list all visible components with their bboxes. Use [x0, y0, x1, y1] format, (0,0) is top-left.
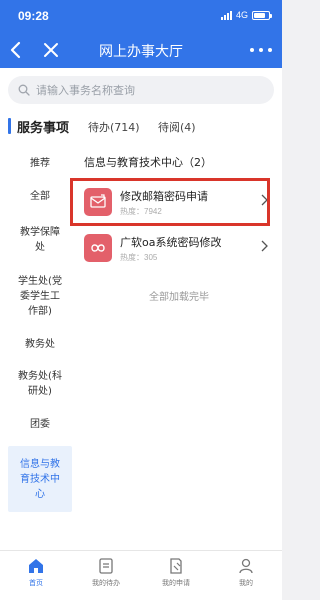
tab-services[interactable]: 服务事项	[8, 117, 69, 136]
tabbar-label: 我的申请	[162, 579, 190, 587]
battery-icon	[252, 10, 272, 20]
sidebar-item-academic-affairs[interactable]: 教务处	[8, 332, 72, 356]
tab-bar: 服务事项 待办(714) 待阅(4)	[0, 112, 282, 142]
sidebar-item-label: 推荐	[30, 157, 50, 169]
nav-bar: 网上办事大厅	[0, 32, 282, 68]
highlight-box	[70, 178, 270, 226]
sidebar-item-youth-league[interactable]: 团委	[8, 412, 72, 436]
status-indicators: 4G	[220, 10, 272, 20]
search-area	[0, 68, 282, 112]
sidebar-item-label: 教务处(科 研处)	[18, 371, 62, 397]
tabbar-item-my-todo[interactable]: 我的待办	[76, 557, 136, 588]
service-heat: 热度：305	[120, 253, 158, 262]
tabbar-label: 我的待办	[92, 579, 120, 587]
status-bar: 09:28 4G	[0, 0, 282, 32]
tab-to-read[interactable]: 待阅(4)	[158, 119, 196, 135]
profile-icon	[239, 558, 253, 574]
sidebar-item-student-affairs[interactable]: 学生处(党 委学生工 作部)	[8, 270, 72, 322]
main-content: 服务事项 待办(714) 待阅(4) 推荐 全部 教学保障 处 学生处(党 委学…	[0, 112, 282, 550]
tabbar-label: 首页	[29, 579, 43, 587]
service-name: 广软oa系统密码修改	[120, 236, 222, 249]
search-icon	[18, 84, 30, 96]
sidebar-item-label: 学生处(党 委学生工 作部)	[18, 275, 62, 317]
tabbar-item-profile[interactable]: 我的	[216, 557, 276, 588]
tabbar-item-home[interactable]: 首页	[6, 557, 66, 588]
sidebar-item-all[interactable]: 全部	[8, 184, 72, 208]
more-dot-icon	[268, 48, 272, 52]
application-icon	[170, 558, 182, 574]
tab-todo[interactable]: 待办(714)	[88, 119, 140, 135]
sidebar-item-teaching-support[interactable]: 教学保障 处	[8, 222, 72, 258]
more-dot-icon	[250, 48, 254, 52]
all-loaded-text: 全部加载完毕	[149, 292, 209, 303]
group-title: 信息与教育技术中心（2）	[84, 156, 212, 169]
page-title: 网上办事大厅	[99, 44, 183, 60]
search-box[interactable]	[8, 76, 274, 104]
oa-password-icon	[84, 234, 112, 262]
todo-icon	[99, 558, 113, 574]
search-input[interactable]	[36, 83, 256, 97]
tabbar-label: 我的	[239, 579, 253, 587]
more-button[interactable]	[250, 40, 272, 60]
tabbar-item-my-applications[interactable]: 我的申请	[146, 557, 206, 588]
sidebar-item-academic-research[interactable]: 教务处(科 研处)	[8, 366, 72, 402]
sidebar-item-label: 教务处	[25, 338, 55, 350]
network-type: 4G	[235, 10, 248, 20]
home-icon	[29, 559, 43, 573]
bottom-tabbar: 首页 我的待办 我的申请 我的	[0, 550, 282, 600]
sidebar-item-label: 信息与教 育技术中 心	[20, 458, 60, 500]
sidebar-item-label: 教学保障 处	[20, 227, 60, 253]
service-item-oa-password[interactable]: 广软oa系统密码修改 热度：305	[84, 232, 274, 272]
chevron-right-icon	[261, 240, 268, 252]
signal-icon	[220, 10, 232, 20]
sidebar-item-info-tech-center[interactable]: 信息与教 育技术中 心	[8, 446, 72, 512]
sidebar-item-label: 团委	[30, 418, 50, 430]
sidebar-item-label: 全部	[30, 190, 50, 202]
sidebar-item-recommended[interactable]: 推荐	[8, 151, 72, 175]
status-time: 09:28	[18, 9, 49, 23]
more-dot-icon	[259, 48, 263, 52]
